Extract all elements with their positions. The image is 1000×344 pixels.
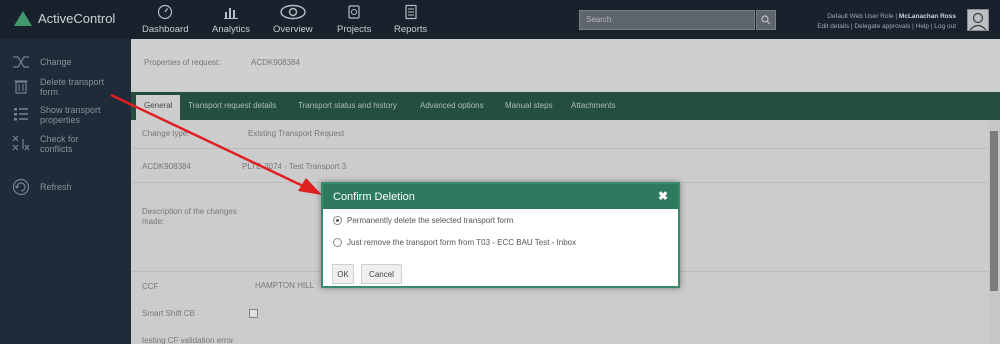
user-role: Default Web User Role | [827, 13, 898, 20]
gauge-icon [157, 4, 173, 20]
request-id: ACDK908384 [142, 162, 191, 171]
top-bar: ActiveControl Dashboard Analytics Overvi… [0, 0, 1000, 39]
list-icon [11, 105, 31, 123]
tab-advanced-options[interactable]: Advanced options [420, 101, 484, 110]
refresh-icon [11, 178, 31, 196]
nav-dashboard[interactable]: Dashboard [142, 4, 188, 35]
nav-projects[interactable]: Projects [337, 4, 371, 35]
option-label: Just remove the transport form from T03 … [347, 238, 577, 247]
sidebar-item-properties[interactable]: Show transport properties [11, 105, 118, 125]
option-permanently-delete[interactable]: Permanently delete the selected transpor… [333, 216, 513, 225]
sidebar-item-label: Refresh [40, 182, 72, 192]
close-icon[interactable]: ✖ [658, 189, 668, 203]
confirm-deletion-dialog: Confirm Deletion ✖ Permanently delete th… [321, 182, 680, 288]
tab-transport-request-details[interactable]: Transport request details [188, 101, 276, 110]
sidebar-item-delete[interactable]: Delete transport form [11, 77, 118, 97]
sidebar-item-refresh[interactable]: Refresh [11, 178, 72, 196]
nav-overview[interactable]: Overview [273, 4, 313, 35]
description-label: Description of the changes made: [142, 207, 237, 226]
app-logo[interactable]: ActiveControl [14, 11, 115, 26]
tab-bar: General Transport request details Transp… [131, 92, 1000, 120]
properties-value: ACDK908384 [251, 58, 300, 67]
properties-header: Properties of request: ACDK908384 [131, 39, 1000, 91]
cancel-button[interactable]: Cancel [361, 264, 402, 284]
user-links[interactable]: Edit details | Delegate approvals | Help… [817, 22, 956, 32]
sidebar-item-label: Delete transport form [40, 77, 105, 97]
option-remove-from-inbox[interactable]: Just remove the transport form from T03 … [333, 238, 576, 247]
sidebar-item-label: Show transport properties [40, 105, 101, 125]
sidebar-item-label: Change [40, 57, 72, 67]
tab-transport-status-history[interactable]: Transport status and history [298, 101, 397, 110]
conflict-icon [11, 134, 31, 152]
app-name: ActiveControl [38, 11, 116, 26]
nav-label: Projects [337, 24, 372, 35]
search-button[interactable] [756, 10, 776, 30]
nav-label: Overview [273, 24, 313, 35]
tab-attachments[interactable]: Attachments [571, 101, 615, 110]
properties-label: Properties of request: [144, 58, 221, 67]
smart-shift-label: Smart Shift CB [142, 309, 195, 318]
report-icon [403, 4, 419, 20]
scrollbar-thumb[interactable] [990, 131, 998, 291]
scrollbar[interactable] [989, 121, 1000, 344]
testing-label: testing CF validation error [142, 336, 234, 344]
divider [131, 148, 991, 149]
logo-triangle-icon [14, 11, 32, 26]
nav-label: Analytics [212, 24, 251, 35]
ok-button[interactable]: OK [332, 264, 354, 284]
trash-icon [11, 77, 31, 95]
ccf-label: CCF [142, 282, 159, 291]
nav-analytics[interactable]: Analytics [212, 4, 250, 35]
tab-general[interactable]: General [136, 95, 181, 120]
user-name: McLanachan Ross [898, 13, 956, 20]
avatar[interactable] [967, 9, 989, 31]
ccf-value: HAMPTON HILL [255, 281, 314, 290]
nav-label: Reports [394, 24, 428, 35]
shuffle-icon [11, 53, 31, 71]
option-label: Permanently delete the selected transpor… [347, 216, 514, 225]
change-type-label: Change type: [142, 129, 190, 138]
change-type-value: Existing Transport Request [248, 129, 345, 138]
sidebar: Change Delete transport form Show transp… [0, 39, 131, 344]
eye-icon [280, 4, 306, 20]
dialog-title: Confirm Deletion [333, 191, 415, 203]
dialog-header: Confirm Deletion ✖ [323, 184, 678, 209]
projects-icon [346, 4, 362, 20]
radio-button[interactable] [333, 216, 342, 225]
smart-shift-checkbox[interactable] [249, 309, 258, 318]
tab-manual-steps[interactable]: Manual steps [505, 101, 553, 110]
sidebar-item-label: Check for conflicts [40, 134, 79, 154]
sidebar-item-conflicts[interactable]: Check for conflicts [11, 134, 100, 154]
user-info: Default Web User Role | McLanachan Ross … [817, 12, 956, 32]
user-icon [969, 12, 987, 30]
bar-chart-icon [223, 4, 239, 20]
sidebar-item-change[interactable]: Change [11, 53, 72, 71]
search-icon [761, 15, 771, 25]
nav-label: Dashboard [142, 24, 189, 35]
request-description: PLTE-3074 - Test Transport 3 [242, 162, 347, 171]
search-input[interactable]: Search [579, 10, 755, 30]
nav-reports[interactable]: Reports [394, 4, 427, 35]
radio-button[interactable] [333, 238, 342, 247]
